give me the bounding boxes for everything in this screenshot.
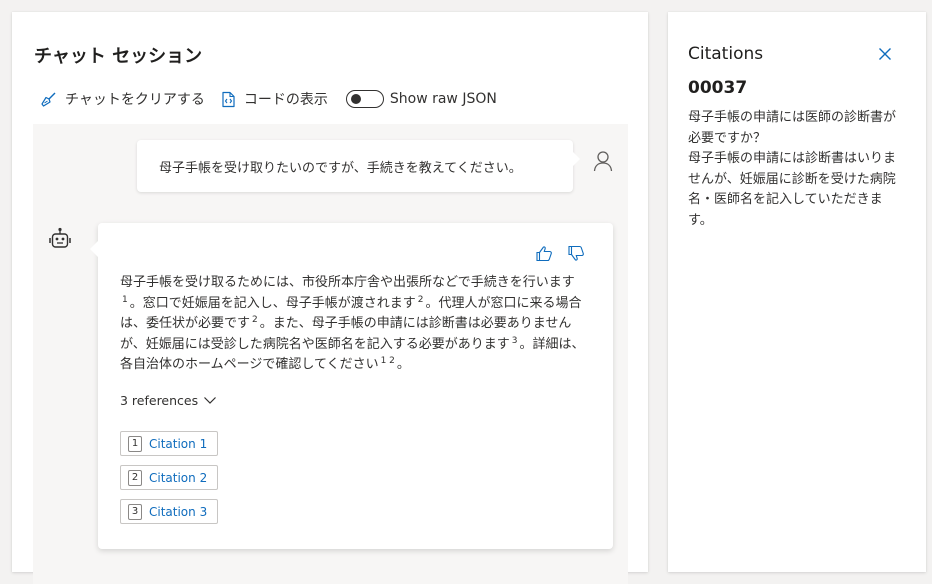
person-icon xyxy=(593,150,613,176)
citation-question: 母子手帳の申請には医師の診断書が必要ですか？ xyxy=(688,110,897,146)
citation-label: Citation 2 xyxy=(149,470,208,485)
citation-marker[interactable]: 1 2 xyxy=(381,356,395,366)
show-code-button[interactable]: コードの表示 xyxy=(221,89,328,109)
assistant-answer-text: 母子手帳を受け取るためには、市役所本庁舎や出張所などで手続きを行います 1 。窓口で… xyxy=(120,273,588,376)
code-file-icon xyxy=(222,91,235,107)
citation-number: 3 xyxy=(128,503,142,520)
broom-icon xyxy=(41,92,56,107)
citation-button-3[interactable]: 3 Citation 3 xyxy=(120,499,218,524)
citations-panel: Citations 00037 母子手帳の申請には医師の診断書が必要ですか？ 母… xyxy=(668,12,926,572)
references-label: 3 references xyxy=(120,393,199,408)
raw-json-toggle[interactable] xyxy=(345,90,384,108)
user-message-text: 母子手帳を受け取りたいのですが、手続きを教えてください。 xyxy=(159,160,522,176)
thumbs-down-icon[interactable] xyxy=(567,245,585,262)
citation-number: 1 xyxy=(128,435,142,452)
clear-chat-label: チャットをクリアする xyxy=(65,92,205,108)
assistant-message-bubble: 母子手帳を受け取るためには、市役所本庁舎や出張所などで手続きを行います1 。窓口で… xyxy=(90,223,613,549)
references-toggle[interactable]: 3 references xyxy=(120,393,217,408)
chat-message-area: 母子手帳を受け取りたいのですが、手続きを教えてください。 母子手帳を受け取るため… xyxy=(33,124,628,584)
answer-segment: 。 xyxy=(396,357,410,372)
citation-number: 2 xyxy=(128,469,142,486)
citation-marker[interactable]: 2 xyxy=(418,295,424,305)
user-message-bubble: 母子手帳を受け取りたいのですが、手続きを教えてください。 xyxy=(137,140,580,192)
feedback-buttons xyxy=(521,245,585,262)
citation-label: Citation 3 xyxy=(149,504,208,519)
answer-segment: 。窓口で妊娠届を記入し、母子手帳が渡されます xyxy=(129,295,416,311)
citation-button-2[interactable]: 2 Citation 2 xyxy=(120,465,218,490)
answer-segment: 母子手帳を受け取るためには、市役所本庁舎や出張所などで手続きを行います xyxy=(120,275,575,290)
citations-title: Citations xyxy=(688,44,764,64)
citation-label: Citation 1 xyxy=(149,436,208,451)
citation-marker[interactable]: 2 xyxy=(252,315,258,325)
bot-icon xyxy=(49,227,71,255)
chat-session-panel: チャット セッション チャットをクリアする コードの表示 Show raw JS… xyxy=(12,12,648,584)
raw-json-label: Show raw JSON xyxy=(389,91,497,107)
chevron-down-icon xyxy=(204,397,217,404)
citation-answer: 母子手帳の申請には診断書はいりませんが、妊娠届に診断を受けた病院名・医師名を記入… xyxy=(688,151,897,228)
citation-button-1[interactable]: 1 Citation 1 xyxy=(120,431,218,456)
clear-chat-button[interactable]: チャットをクリアする xyxy=(40,89,205,109)
citation-id: 00037 xyxy=(688,78,748,98)
close-icon[interactable] xyxy=(878,46,892,65)
thumbs-up-icon[interactable] xyxy=(535,245,553,262)
citation-marker[interactable]: 1 xyxy=(122,295,128,305)
citation-content: 母子手帳の申請には医師の診断書が必要ですか？ 母子手帳の申請には診断書はいりませ… xyxy=(688,108,906,231)
toggle-knob xyxy=(350,94,361,104)
chat-toolbar: チャットをクリアする コードの表示 Show raw JSON xyxy=(40,88,497,110)
citation-marker[interactable]: 3 xyxy=(512,336,518,346)
chat-title: チャット セッション xyxy=(34,46,203,67)
show-code-label: コードの表示 xyxy=(243,92,328,108)
